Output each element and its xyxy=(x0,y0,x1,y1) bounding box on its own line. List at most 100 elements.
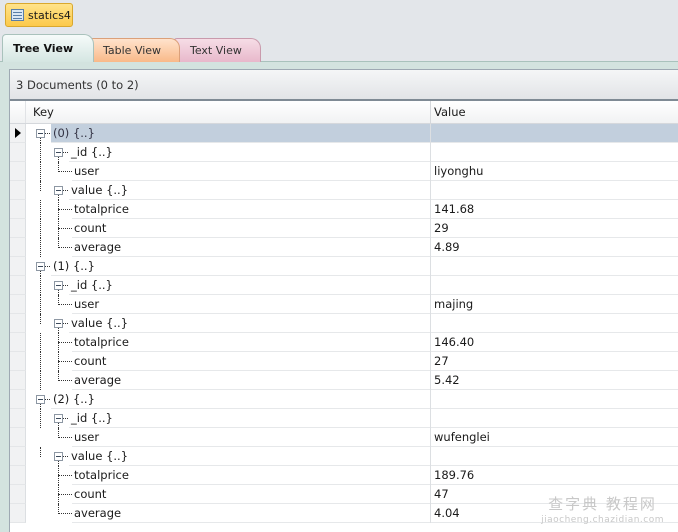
key-label[interactable]: user xyxy=(72,428,430,447)
key-label[interactable]: value {..} xyxy=(69,314,430,333)
key-label[interactable]: totalprice xyxy=(72,466,430,485)
row-selector[interactable] xyxy=(10,143,26,162)
row-selector[interactable] xyxy=(10,181,26,200)
key-label[interactable]: (0) {..} xyxy=(51,124,430,143)
collapse-icon[interactable] xyxy=(36,129,45,138)
key-label[interactable]: _id {..} xyxy=(69,276,430,295)
key-label[interactable]: (2) {..} xyxy=(51,390,430,409)
key-label[interactable]: totalprice xyxy=(72,333,430,352)
value-cell[interactable] xyxy=(431,257,678,276)
row-selector[interactable] xyxy=(10,257,26,276)
tree-connector xyxy=(63,323,68,324)
row-selector[interactable] xyxy=(10,124,26,143)
value-cell[interactable]: 27 xyxy=(431,352,678,371)
tree-connector xyxy=(63,190,68,191)
key-label[interactable]: _id {..} xyxy=(69,409,430,428)
tab-tree-view[interactable]: Tree View xyxy=(2,34,95,62)
value-cell[interactable] xyxy=(431,276,678,295)
table-row[interactable]: value {..} xyxy=(10,447,678,466)
value-cell[interactable]: 29 xyxy=(431,219,678,238)
table-row[interactable]: (1) {..} xyxy=(10,257,678,276)
collapse-icon[interactable] xyxy=(36,395,45,404)
table-row[interactable]: _id {..} xyxy=(10,409,678,428)
table-row[interactable]: count 29 xyxy=(10,219,678,238)
table-row[interactable]: user majing xyxy=(10,295,678,314)
document-tab[interactable]: statics4 xyxy=(5,3,73,27)
value-cell[interactable]: 4.89 xyxy=(431,238,678,257)
row-selector[interactable] xyxy=(10,504,26,523)
value-cell[interactable] xyxy=(431,409,678,428)
key-label[interactable]: totalprice xyxy=(72,200,430,219)
value-cell[interactable] xyxy=(431,314,678,333)
table-row[interactable]: user wufenglei xyxy=(10,428,678,447)
value-cell[interactable]: majing xyxy=(431,295,678,314)
table-row[interactable]: (2) {..} xyxy=(10,390,678,409)
row-selector[interactable] xyxy=(10,238,26,257)
row-selector[interactable] xyxy=(10,409,26,428)
value-cell[interactable] xyxy=(431,143,678,162)
value-cell[interactable]: liyonghu xyxy=(431,162,678,181)
results-container: 3 Documents (0 to 2) Key Value (0) {..} _… xyxy=(9,69,678,532)
collapse-icon[interactable] xyxy=(54,452,63,461)
column-header-value[interactable]: Value xyxy=(431,101,678,123)
table-row[interactable]: average 5.42 xyxy=(10,371,678,390)
table-row[interactable]: _id {..} xyxy=(10,276,678,295)
value-cell[interactable]: 141.68 xyxy=(431,200,678,219)
value-cell[interactable]: wufenglei xyxy=(431,428,678,447)
row-selector[interactable] xyxy=(10,447,26,466)
key-label[interactable]: value {..} xyxy=(69,181,430,200)
table-row[interactable]: _id {..} xyxy=(10,143,678,162)
value-cell[interactable]: 146.40 xyxy=(431,333,678,352)
collapse-icon[interactable] xyxy=(54,281,63,290)
key-label[interactable]: count xyxy=(72,352,430,371)
row-selector[interactable] xyxy=(10,371,26,390)
tree-connector xyxy=(58,494,72,495)
key-label[interactable]: _id {..} xyxy=(69,143,430,162)
row-selector[interactable] xyxy=(10,390,26,409)
row-selector[interactable] xyxy=(10,352,26,371)
key-label[interactable]: count xyxy=(72,485,430,504)
collapse-icon[interactable] xyxy=(54,148,63,157)
value-cell[interactable] xyxy=(431,124,678,143)
tree-connector xyxy=(58,209,72,210)
key-label[interactable]: user xyxy=(72,295,430,314)
row-selector[interactable] xyxy=(10,276,26,295)
table-row[interactable]: count 27 xyxy=(10,352,678,371)
key-label[interactable]: value {..} xyxy=(69,447,430,466)
value-cell[interactable] xyxy=(431,447,678,466)
collapse-icon[interactable] xyxy=(54,186,63,195)
value-cell[interactable]: 5.42 xyxy=(431,371,678,390)
key-label[interactable]: user xyxy=(72,162,430,181)
row-selector[interactable] xyxy=(10,333,26,352)
table-row[interactable]: average 4.89 xyxy=(10,238,678,257)
value-cell[interactable]: 189.76 xyxy=(431,466,678,485)
column-header-key[interactable]: Key xyxy=(26,101,431,123)
tab-text-view[interactable]: Text View xyxy=(173,38,261,62)
row-selector[interactable] xyxy=(10,428,26,447)
table-row[interactable]: user liyonghu xyxy=(10,162,678,181)
table-row[interactable]: totalprice 141.68 xyxy=(10,200,678,219)
row-selector[interactable] xyxy=(10,314,26,333)
key-label[interactable]: (1) {..} xyxy=(51,257,430,276)
table-row[interactable]: value {..} xyxy=(10,314,678,333)
value-cell[interactable] xyxy=(431,181,678,200)
key-label[interactable]: average xyxy=(72,238,430,257)
row-selector[interactable] xyxy=(10,466,26,485)
value-cell[interactable] xyxy=(431,390,678,409)
table-row[interactable]: totalprice 189.76 xyxy=(10,466,678,485)
key-label[interactable]: count xyxy=(72,219,430,238)
collapse-icon[interactable] xyxy=(54,319,63,328)
collapse-icon[interactable] xyxy=(54,414,63,423)
row-selector[interactable] xyxy=(10,485,26,504)
key-label[interactable]: average xyxy=(72,504,430,523)
tab-table-view[interactable]: Table View xyxy=(86,38,181,62)
row-selector[interactable] xyxy=(10,162,26,181)
row-selector[interactable] xyxy=(10,200,26,219)
key-label[interactable]: average xyxy=(72,371,430,390)
row-selector[interactable] xyxy=(10,219,26,238)
table-row[interactable]: value {..} xyxy=(10,181,678,200)
collapse-icon[interactable] xyxy=(36,262,45,271)
row-selector[interactable] xyxy=(10,295,26,314)
table-row[interactable]: totalprice 146.40 xyxy=(10,333,678,352)
table-row[interactable]: (0) {..} xyxy=(10,124,678,143)
